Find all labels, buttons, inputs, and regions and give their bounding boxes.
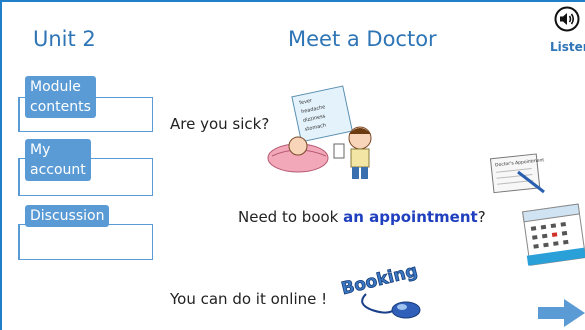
sidebar-item-discussion[interactable]: Discussion xyxy=(18,205,153,260)
doctor-appointment-illustration: Doctor's Appointment xyxy=(489,153,545,194)
appointment-highlight: an appointment xyxy=(343,208,478,226)
slide-border-top xyxy=(0,0,585,2)
label-line: Module xyxy=(30,79,81,95)
sidebar-item-my-account[interactable]: My account xyxy=(18,139,153,196)
sidebar-item-label: Discussion xyxy=(25,205,110,227)
sidebar-item-label: My account xyxy=(25,139,91,181)
label-line: My xyxy=(30,142,51,158)
page-title: Meet a Doctor xyxy=(288,27,437,51)
sidebar-item-module-contents[interactable]: Module contents xyxy=(18,76,153,132)
slide-border-left xyxy=(0,0,2,330)
unit-title: Unit 2 xyxy=(33,27,96,51)
question-mark: ? xyxy=(477,208,486,226)
question-sick: Are you sick? xyxy=(170,115,270,133)
question-appointment: Need to book an appointment? xyxy=(238,208,486,226)
online-statement: You can do it online ! xyxy=(170,290,328,308)
calendar-illustration xyxy=(522,203,585,266)
listen-label: Listen xyxy=(550,40,585,54)
sidebar-item-label: Module contents xyxy=(25,76,96,118)
speaker-icon xyxy=(554,6,580,32)
arrow-right-icon[interactable] xyxy=(538,298,585,328)
label-line: Discussion xyxy=(30,208,105,224)
booking-text: Booking xyxy=(339,261,419,299)
label-line: contents xyxy=(30,99,91,115)
label-line: account xyxy=(30,162,86,178)
sick-child-illustration: fever headache dizziness stomach xyxy=(267,85,372,179)
question-text: Need to book xyxy=(238,208,344,226)
booking-mouse-illustration: Booking xyxy=(339,261,421,319)
